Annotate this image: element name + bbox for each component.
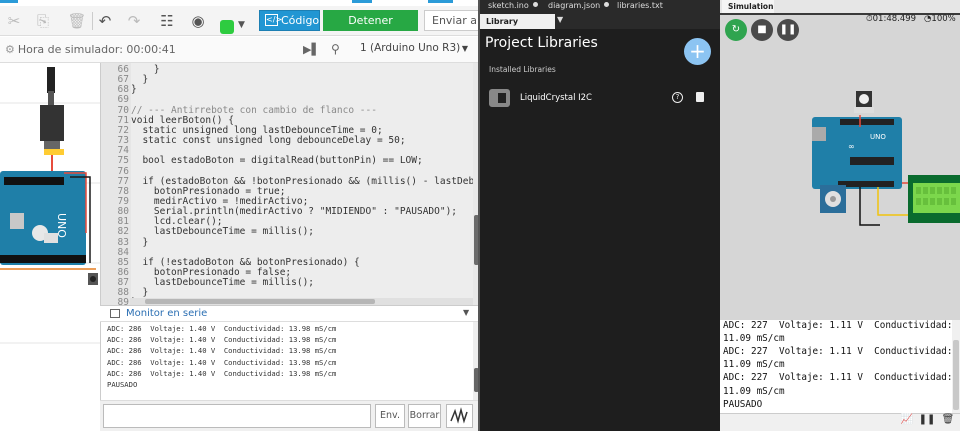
notes-icon[interactable]: ☷ — [157, 11, 177, 31]
delete-icon[interactable]: 🗑 — [67, 11, 87, 31]
tab-diagram-label: diagram.json — [548, 1, 601, 10]
wokwi-circuit-drawing: UNO ∞ — [720, 15, 960, 320]
simulator-time-label: Hora de simulador: 00:00:41 — [17, 43, 176, 56]
tab-sketch[interactable]: sketch.ino — [488, 1, 538, 10]
serial-line: ADC: 286 Voltaje: 1.40 V Conductividad: … — [107, 335, 337, 345]
circuit-canvas[interactable]: UNO — [0, 63, 100, 431]
tab-diagram[interactable]: diagram.json — [548, 1, 610, 10]
code-editor[interactable]: 66 } 67 } 68} 69 70// --- Antirrebote con ca… — [100, 63, 509, 319]
serial-line: ADC: 286 Voltaje: 1.40 V Conductividad: … — [107, 357, 337, 367]
serial-clear-button[interactable]: Borrar — [408, 404, 441, 428]
serial-input[interactable] — [103, 404, 371, 428]
code-button[interactable]: </> Código — [259, 10, 320, 31]
wokwi-serial-line: PAUSADO — [723, 398, 763, 410]
code-line: lastDebounceTime = millis(); — [131, 226, 315, 238]
serial-line: ADC: 286 Voltaje: 1.40 V Conductividad: … — [107, 368, 337, 378]
play-icon[interactable]: ▶▌ — [303, 43, 320, 56]
tab-libraries-label: libraries.txt — [617, 1, 663, 10]
plotter-icon[interactable]: 📈 — [897, 414, 917, 430]
visibility-icon[interactable]: ◉ — [188, 11, 208, 31]
installed-libraries-label: Installed Libraries — [489, 65, 556, 74]
color-swatch[interactable] — [220, 20, 234, 34]
code-button-label: Código — [281, 14, 320, 27]
gear-icon: ⚙ — [5, 43, 15, 56]
wokwi-serial-line: ADC: 227 Voltaje: 1.11 V Conductividad: — [723, 320, 953, 331]
serial-monitor-title[interactable]: Monitor en serie — [126, 308, 207, 319]
board-select-label: 1 (Arduino Uno R3) — [360, 42, 461, 54]
serial-line: PAUSADO — [107, 380, 138, 389]
serial-send-button[interactable]: Env. — [375, 404, 405, 428]
board-select[interactable]: 1 (Arduino Uno R3) ▼ — [360, 42, 470, 58]
pause-button[interactable]: ❚❚ — [777, 19, 799, 41]
chevron-down-icon[interactable]: ▼ — [557, 15, 563, 24]
chevron-down-icon[interactable]: ▼ — [238, 20, 245, 30]
tab-libraries[interactable]: libraries.txt — [617, 1, 663, 10]
wokwi-serial-output: ADC: 227 Voltaje: 1.11 V Conductividad: 1… — [720, 320, 953, 413]
add-library-button[interactable]: + — [684, 38, 711, 65]
chevron-down-icon: ▼ — [461, 44, 468, 53]
tab-simulation[interactable]: Simulation — [722, 0, 774, 13]
circuit-drawing: UNO — [0, 63, 100, 431]
library-book-icon — [489, 89, 510, 107]
timer-icon: ⏱ — [866, 14, 873, 24]
trash-icon[interactable] — [696, 92, 704, 102]
help-icon[interactable]: ? — [672, 92, 683, 103]
wokwi-serial-scroll-thumb[interactable] — [953, 340, 959, 410]
send-to-label: Enviar a — [432, 14, 477, 27]
serial-graph-button[interactable] — [446, 404, 473, 428]
wokwi-serial-line: 11.09 mS/cm — [723, 333, 785, 345]
code-line: static const unsigned long debounceDelay… — [131, 135, 406, 147]
timer-value: 01:48.499 — [872, 14, 917, 24]
copy-icon[interactable]: ⎘ — [33, 11, 53, 31]
wokwi-serial-line: 11.09 mS/cm — [723, 359, 785, 371]
unsaved-dot-icon — [604, 2, 610, 7]
stop-simulation-button[interactable]: Detener simulación — [323, 10, 418, 48]
stop-button[interactable]: ■ — [751, 19, 773, 41]
graph-icon — [450, 407, 468, 424]
pause-serial-icon[interactable]: ❚❚ — [917, 414, 937, 430]
redo-icon[interactable]: ↷ — [124, 11, 144, 31]
speed-value: 100% — [931, 14, 956, 24]
svg-text:UNO: UNO — [870, 133, 886, 141]
svg-text:∞: ∞ — [848, 142, 855, 151]
code-line: } — [131, 84, 137, 96]
serial-monitor-output: ADC: 286 Voltaje: 1.40 V Conductividad: … — [100, 322, 473, 400]
project-libraries-title: Project Libraries — [485, 35, 598, 51]
wokwi-serial-line: ADC: 227 Voltaje: 1.11 V Conductividad: — [723, 346, 953, 358]
unsaved-dot-icon — [532, 2, 538, 7]
code-icon: </> — [265, 14, 283, 26]
send-to-button[interactable]: Enviar a — [424, 10, 480, 31]
cut-icon[interactable]: ✂ — [4, 11, 24, 31]
code-line: lastDebounceTime = millis(); — [131, 277, 315, 289]
wokwi-serial-line: ADC: 227 Voltaje: 1.11 V Conductividad: — [723, 372, 953, 384]
library-manager-panel — [480, 29, 720, 431]
debug-icon[interactable]: ⚲ — [331, 42, 340, 56]
undo-icon[interactable]: ↶ — [95, 11, 115, 31]
trash-icon[interactable]: 🗑 — [938, 414, 958, 430]
code-line: } — [131, 236, 149, 248]
tab-row — [555, 14, 720, 29]
restart-button[interactable]: ↻ — [725, 19, 747, 41]
editor-hscroll-thumb[interactable] — [145, 299, 375, 304]
serial-line: ADC: 286 Voltaje: 1.40 V Conductividad: … — [107, 324, 337, 333]
chevron-down-icon[interactable]: ▼ — [463, 308, 469, 317]
simulation-canvas[interactable]: UNO ∞ — [720, 15, 960, 320]
library-name: LiquidCrystal I2C — [520, 93, 592, 103]
code-line: bool estadoBoton = digitalRead(buttonPin… — [131, 155, 423, 167]
simulator-time: ⚙ Hora de simulador: 00:00:41 — [5, 43, 176, 56]
serial-line: ADC: 286 Voltaje: 1.40 V Conductividad: … — [107, 346, 337, 356]
tab-sketch-label: sketch.ino — [488, 1, 529, 10]
file-tabs: sketch.ino diagram.json libraries.txt — [480, 0, 720, 14]
monitor-icon — [110, 309, 120, 318]
tab-library-manager[interactable]: Library Manager — [480, 14, 555, 41]
sim-timer: ⏱01:48.499 — [866, 14, 916, 24]
wokwi-serial-line: 11.09 mS/cm — [723, 385, 785, 397]
sim-speed: ◔100% — [924, 14, 956, 24]
